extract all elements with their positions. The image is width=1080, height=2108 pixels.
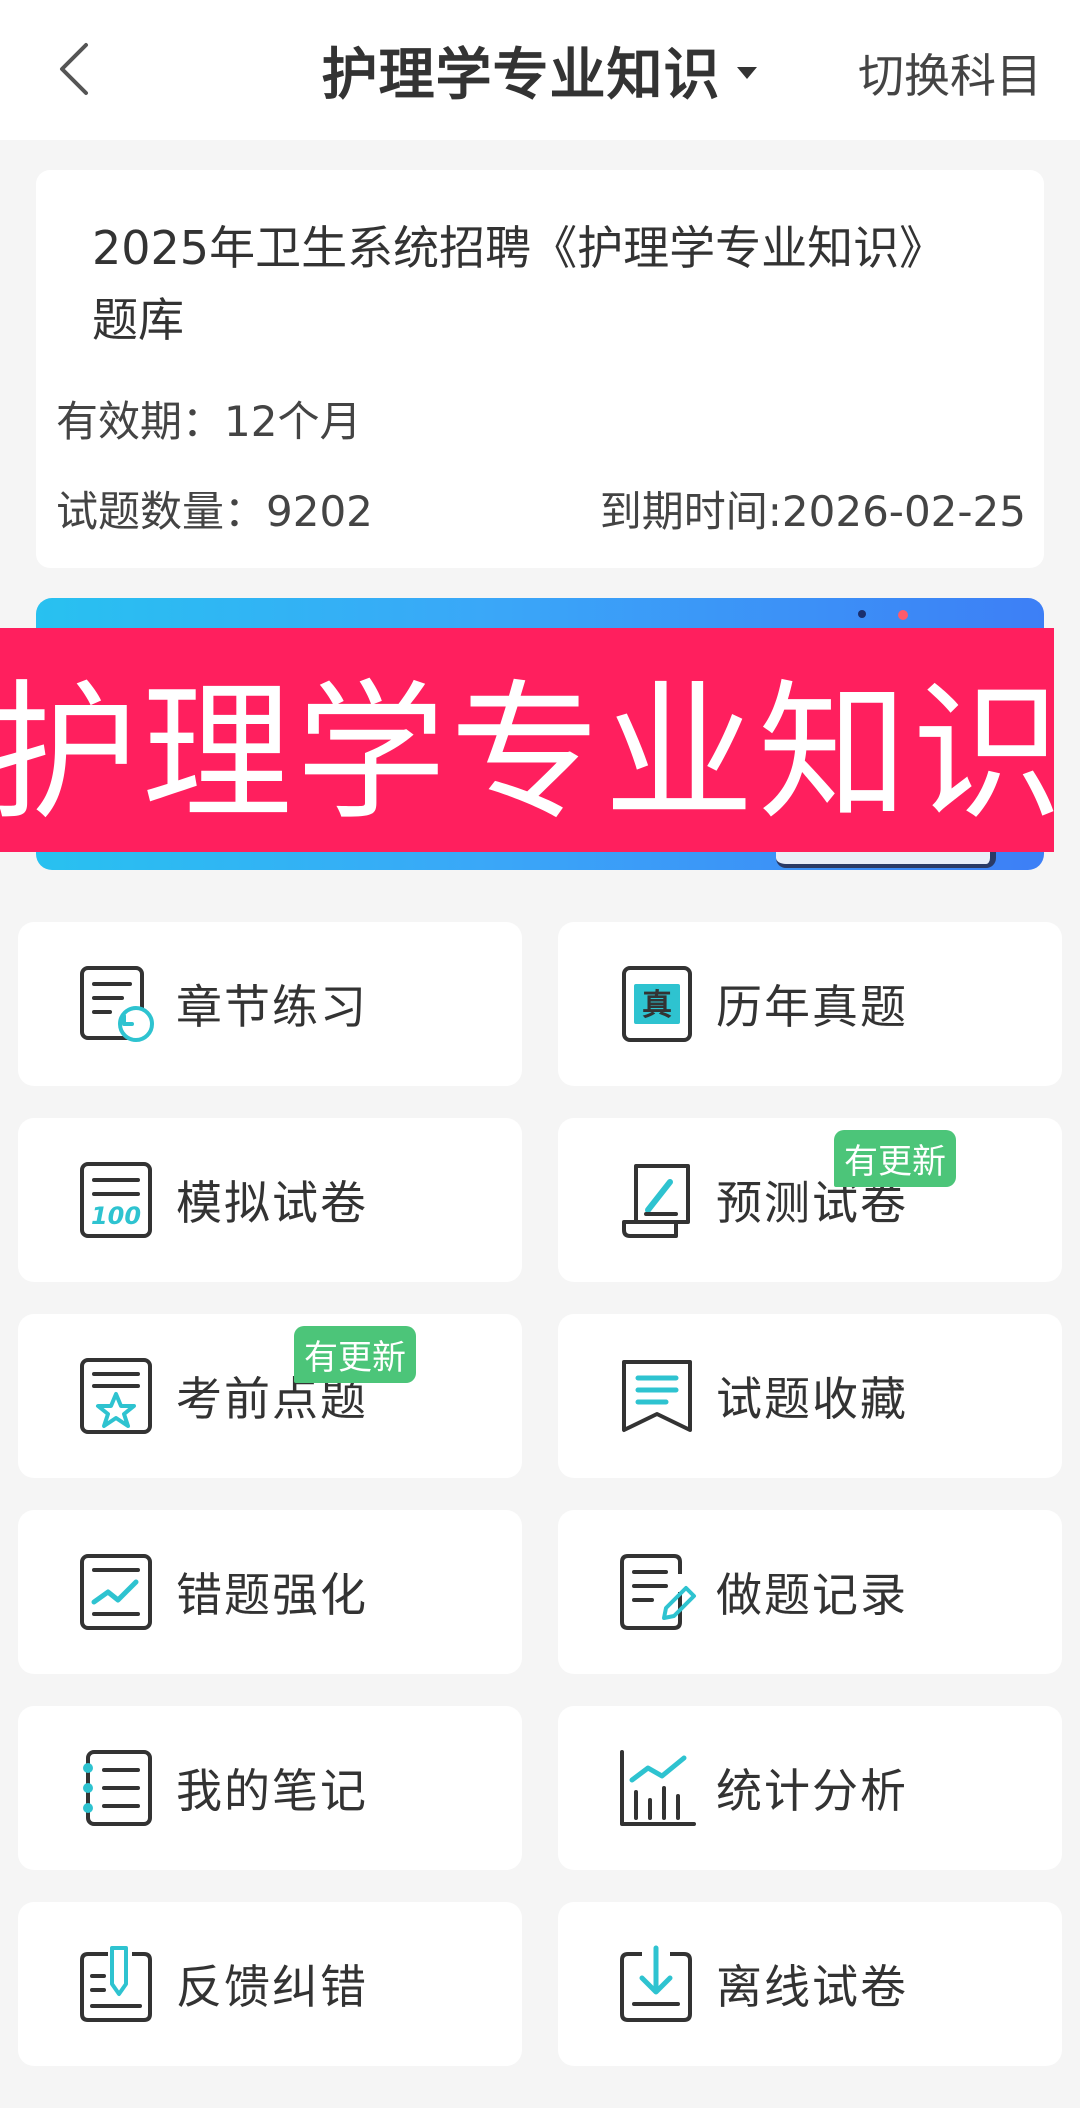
subject-selector[interactable]: 护理学专业知识	[322, 30, 759, 111]
menu-my-notes[interactable]: 我的笔记	[18, 1706, 522, 1870]
title-overlay-bar: 护理学专业知识	[0, 628, 1062, 852]
expire-date: 到期时间:2026-02-25	[599, 487, 1026, 536]
svg-text:真: 真	[642, 988, 672, 1023]
overlay-title: 护理学专业知识	[0, 666, 1067, 841]
wrong-questions-icon	[80, 1554, 152, 1630]
menu-practice-record[interactable]: 做题记录	[558, 1510, 1062, 1674]
bookmark-icon	[622, 1360, 692, 1432]
menu-wrong-questions[interactable]: 错题强化	[18, 1510, 522, 1674]
menu-chapter-practice[interactable]: 章节练习	[18, 922, 522, 1086]
menu-label: 反馈纠错	[176, 1960, 368, 2014]
menu-label: 章节练习	[176, 980, 368, 1034]
menu-label: 试题收藏	[716, 1372, 908, 1426]
menu-label: 做题记录	[716, 1568, 908, 1622]
switch-subject-button[interactable]: 切换科目	[858, 40, 1042, 106]
page-title: 护理学专业知识	[321, 42, 721, 108]
caret-down-icon	[736, 67, 757, 79]
question-bank-title: 2025年卫生系统招聘《护理学专业知识》题库	[92, 221, 946, 347]
offline-download-icon	[620, 1945, 692, 2022]
past-exams-icon: 真	[622, 966, 692, 1042]
pre-exam-tips-icon	[80, 1358, 152, 1434]
update-badge: 有更新	[834, 1130, 956, 1187]
banner-decoration	[858, 610, 866, 618]
menu-bookmarks[interactable]: 试题收藏	[558, 1314, 1062, 1478]
question-count: 试题数量：9202	[56, 487, 373, 536]
menu-offline-exam[interactable]: 离线试卷	[558, 1902, 1062, 2066]
chevron-left-icon	[60, 43, 88, 95]
banner-decoration	[898, 610, 908, 620]
menu-pre-exam-tips[interactable]: 考前点题 有更新	[18, 1314, 522, 1478]
practice-record-icon	[620, 1554, 696, 1630]
mock-exam-icon: 100	[80, 1162, 152, 1238]
top-bar: 护理学专业知识 切换科目	[0, 0, 1080, 140]
menu-label: 模拟试卷	[176, 1176, 368, 1230]
menu-forecast-exam[interactable]: 预测试卷 有更新	[558, 1118, 1062, 1282]
validity-text: 有效期：12个月	[56, 397, 362, 446]
menu-label: 错题强化	[176, 1568, 368, 1622]
menu-label: 统计分析	[716, 1764, 908, 1818]
menu-label: 历年真题	[716, 980, 908, 1034]
svg-text:100: 100	[91, 1202, 141, 1230]
menu-feedback[interactable]: 反馈纠错	[18, 1902, 522, 2066]
feedback-icon	[80, 1946, 152, 2022]
menu-label: 我的笔记	[176, 1764, 368, 1818]
menu-statistics[interactable]: 统计分析	[558, 1706, 1062, 1870]
back-button[interactable]	[44, 34, 104, 104]
forecast-exam-icon	[622, 1164, 690, 1238]
menu-label: 离线试卷	[716, 1960, 908, 2014]
menu-mock-exam[interactable]: 100 模拟试卷	[18, 1118, 522, 1282]
chapter-practice-icon	[80, 966, 154, 1042]
notes-icon	[83, 1750, 152, 1826]
menu-past-exams[interactable]: 真 历年真题	[558, 922, 1062, 1086]
update-badge: 有更新	[294, 1326, 416, 1383]
statistics-icon	[620, 1750, 696, 1826]
